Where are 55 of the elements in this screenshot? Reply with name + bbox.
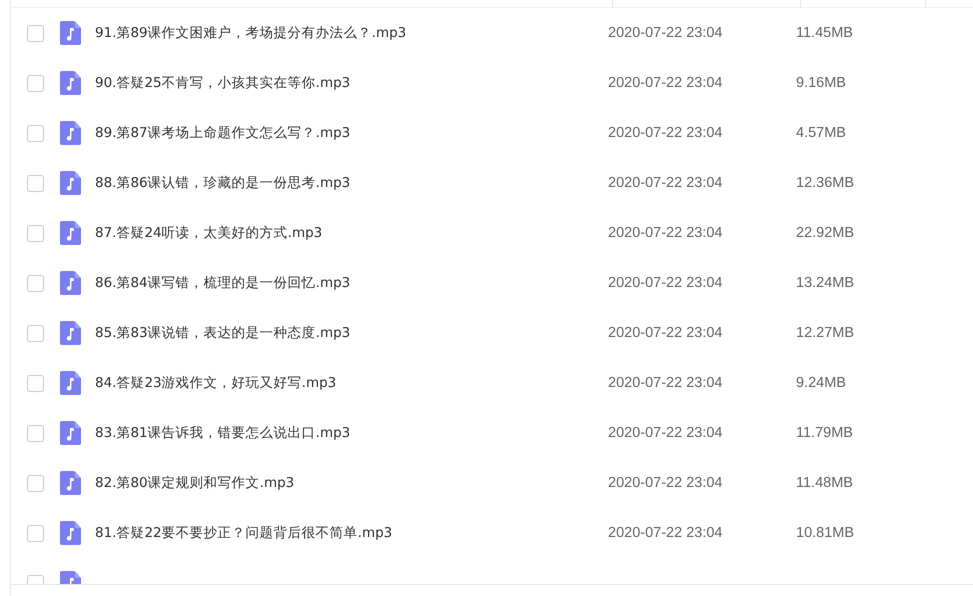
checkbox[interactable] — [27, 174, 44, 192]
file-name[interactable]: 83.第81课告诉我，错要怎么说出口.mp3 — [95, 424, 608, 442]
modified-date: 2020-07-22 23:04 — [608, 325, 724, 341]
checkbox[interactable] — [27, 124, 44, 142]
file-size: 11.45MB — [796, 25, 853, 41]
file-name[interactable]: 81.答疑22要不要抄正？问题背后很不简单.mp3 — [95, 524, 608, 542]
file-size: 4.57MB — [796, 125, 846, 141]
checkbox[interactable] — [27, 474, 44, 492]
checkbox[interactable] — [27, 74, 44, 92]
music-file-icon — [59, 421, 81, 445]
file-size: 12.27MB — [796, 325, 854, 341]
file-size: 9.16MB — [796, 75, 846, 91]
file-name[interactable]: 87.答疑24听读，太美好的方式.mp3 — [95, 224, 608, 242]
file-name[interactable]: 86.第84课写错，梳理的是一份回忆.mp3 — [95, 274, 608, 292]
music-file-icon — [59, 171, 81, 195]
file-name[interactable]: 90.答疑25不肯写，小孩其实在等你.mp3 — [95, 74, 608, 92]
file-size: 13.24MB — [796, 275, 854, 291]
modified-date: 2020-07-22 23:04 — [608, 475, 724, 491]
modified-date: 2020-07-22 23:04 — [608, 525, 724, 541]
checkbox[interactable] — [27, 424, 44, 442]
music-file-icon — [59, 271, 81, 295]
file-name[interactable]: 88.第86课认错，珍藏的是一份思考.mp3 — [95, 174, 608, 192]
music-file-icon — [59, 21, 81, 45]
music-file-icon — [59, 121, 81, 145]
music-file-icon — [59, 321, 81, 345]
modified-date: 2020-07-22 23:04 — [608, 375, 724, 391]
modified-date: 2020-07-22 23:04 — [608, 25, 724, 41]
file-size: 11.48MB — [796, 475, 853, 491]
modified-date: 2020-07-22 23:04 — [608, 175, 724, 191]
modified-date: 2020-07-22 23:04 — [608, 425, 724, 441]
checkbox[interactable] — [27, 24, 44, 42]
file-name[interactable]: 85.第83课说错，表达的是一种态度.mp3 — [95, 324, 608, 342]
file-name[interactable]: 91.第89课作文困难户，考场提分有办法么？.mp3 — [95, 24, 608, 42]
modified-date: 2020-07-22 23:04 — [608, 75, 724, 91]
checkbox[interactable] — [27, 224, 44, 242]
music-file-icon — [59, 521, 81, 545]
checkbox[interactable] — [27, 274, 44, 292]
file-size: 10.81MB — [796, 525, 854, 541]
checkbox[interactable] — [27, 524, 44, 542]
modified-date: 2020-07-22 23:04 — [608, 275, 724, 291]
file-size: 22.92MB — [796, 225, 854, 241]
music-file-icon — [59, 371, 81, 395]
music-file-icon — [59, 221, 81, 245]
modified-date: 2020-07-22 23:04 — [608, 125, 724, 141]
music-file-icon — [59, 471, 81, 495]
file-size: 11.79MB — [796, 425, 853, 441]
file-name[interactable]: 89.第87课考场上命题作文怎么写？.mp3 — [95, 124, 608, 142]
music-file-icon — [59, 71, 81, 95]
file-name[interactable]: 82.第80课定规则和写作文.mp3 — [95, 474, 608, 492]
modified-date: 2020-07-22 23:04 — [608, 225, 724, 241]
checkbox[interactable] — [27, 324, 44, 342]
file-size: 12.36MB — [796, 175, 854, 191]
file-name[interactable]: 84.答疑23游戏作文，好玩又好写.mp3 — [95, 374, 608, 392]
file-size: 9.24MB — [796, 375, 846, 391]
checkbox[interactable] — [27, 374, 44, 392]
